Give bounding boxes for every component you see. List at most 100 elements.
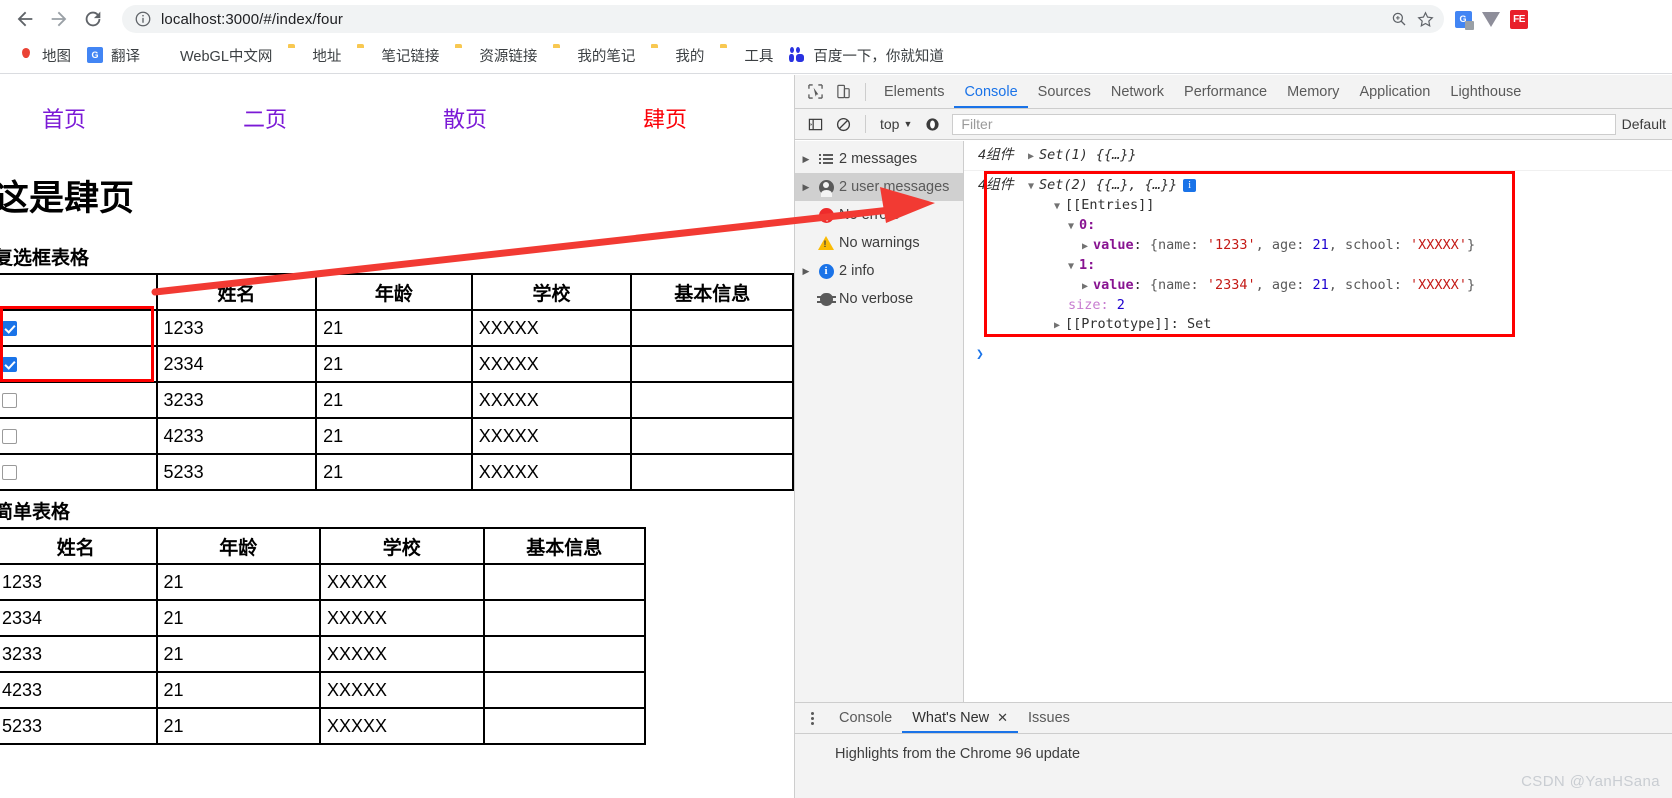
tab-sources[interactable]: Sources bbox=[1028, 75, 1101, 108]
v-extension-icon[interactable] bbox=[1478, 6, 1504, 32]
cell-name: 4233 bbox=[155, 417, 318, 455]
drawer-tab-whats-new[interactable]: What's New ✕ bbox=[902, 703, 1018, 733]
entry-value-row[interactable]: ▶ value: {name: '2334', age: 21, school: … bbox=[978, 276, 1672, 296]
collapse-triangle-icon[interactable]: ▼ bbox=[1028, 177, 1039, 196]
forward-button[interactable] bbox=[42, 2, 76, 36]
row-checkbox-cell[interactable] bbox=[0, 309, 158, 347]
device-toolbar-icon[interactable] bbox=[829, 79, 857, 105]
expand-triangle-icon[interactable]: ▶ bbox=[1082, 237, 1093, 256]
execution-context-selector[interactable]: top ▼ bbox=[874, 113, 918, 135]
bookmark-item[interactable]: 资源链接 bbox=[447, 42, 545, 70]
page-nav-link-2[interactable]: 二页 bbox=[243, 102, 287, 134]
show-console-sidebar-icon[interactable] bbox=[801, 111, 829, 137]
bookmark-item[interactable]: G 翻译 bbox=[79, 42, 148, 70]
page-nav-link-4[interactable]: 肆页 bbox=[643, 102, 687, 134]
drawer-tab-console[interactable]: Console bbox=[829, 703, 902, 733]
expand-triangle-icon[interactable]: ▶ bbox=[1082, 277, 1093, 296]
sidebar-item-label: No errors bbox=[839, 207, 900, 223]
bookmark-item[interactable]: 地址 bbox=[280, 42, 349, 70]
star-icon[interactable] bbox=[1412, 6, 1438, 32]
drawer-tab-issues[interactable]: Issues bbox=[1018, 703, 1080, 733]
page-viewport: 首页 二页 散页 肆页 这是肆页 复选框表格 姓名 年龄 学校 基本信息 123… bbox=[0, 75, 794, 798]
bookmark-item[interactable]: 工具 bbox=[712, 42, 781, 70]
page-nav-link-1[interactable]: 首页 bbox=[42, 102, 86, 134]
row-checkbox[interactable] bbox=[2, 465, 17, 481]
console-message-row[interactable]: 4组件 ▶ Set(1) {{…}} bbox=[964, 141, 1672, 171]
cell-age: 21 bbox=[315, 381, 473, 419]
sidebar-item-messages[interactable]: ▶ 2 messages bbox=[795, 145, 963, 173]
folder-icon bbox=[720, 47, 737, 64]
sidebar-item-user-messages[interactable]: ▶ 2 user messages bbox=[795, 173, 963, 201]
cell-school: XXXXX bbox=[470, 309, 633, 347]
bookmark-item[interactable]: 地图 bbox=[10, 42, 79, 70]
tab-memory[interactable]: Memory bbox=[1277, 75, 1349, 108]
tab-lighthouse[interactable]: Lighthouse bbox=[1440, 75, 1531, 108]
row-checkbox-cell[interactable] bbox=[0, 345, 158, 383]
row-checkbox[interactable] bbox=[2, 429, 17, 445]
address-bar[interactable]: localhost:3000/#/index/four bbox=[122, 5, 1444, 33]
zoom-search-icon[interactable] bbox=[1386, 6, 1412, 32]
more-options-icon[interactable] bbox=[803, 711, 821, 725]
tab-network[interactable]: Network bbox=[1101, 75, 1174, 108]
back-button[interactable] bbox=[8, 2, 42, 36]
row-checkbox-cell[interactable] bbox=[0, 453, 158, 491]
bookmark-item[interactable]: 笔记链接 bbox=[349, 42, 447, 70]
entries-row[interactable]: ▼ [[Entries]] bbox=[978, 196, 1672, 216]
expand-triangle-icon[interactable]: ▶ bbox=[1028, 147, 1039, 166]
cell-school: XXXXX bbox=[470, 345, 633, 383]
tab-elements[interactable]: Elements bbox=[874, 75, 954, 108]
log-levels-selector[interactable]: Default bbox=[1622, 116, 1672, 132]
google-translate-extension-icon[interactable]: G bbox=[1450, 6, 1476, 32]
folder-icon bbox=[357, 47, 374, 64]
devtools-panel: Elements Console Sources Network Perform… bbox=[794, 75, 1672, 798]
entry-index-row[interactable]: ▼ 1: bbox=[978, 256, 1672, 276]
bookmark-item[interactable]: 百度一下，你就知道 bbox=[781, 42, 952, 70]
devtools-tabbar: Elements Console Sources Network Perform… bbox=[795, 75, 1672, 109]
toolbar-divider bbox=[865, 82, 866, 101]
expand-triangle-icon[interactable]: ▶ bbox=[799, 154, 813, 165]
info-circle-icon[interactable] bbox=[134, 10, 152, 28]
sidebar-item-info[interactable]: ▶ i 2 info bbox=[795, 257, 963, 285]
bookmark-item[interactable]: WebGL中文网 bbox=[148, 42, 280, 70]
row-checkbox-cell[interactable] bbox=[0, 381, 158, 419]
fe-extension-icon[interactable]: FE bbox=[1506, 6, 1532, 32]
expand-triangle-icon[interactable]: ▶ bbox=[1054, 316, 1065, 335]
value-suffix: } bbox=[1466, 277, 1476, 293]
clear-console-icon[interactable] bbox=[829, 111, 857, 137]
info-badge-icon[interactable]: i bbox=[1183, 179, 1197, 192]
collapse-triangle-icon[interactable]: ▼ bbox=[1068, 217, 1079, 236]
console-output: 4组件 ▶ Set(1) {{…}} 4组件 ▼ Set(2) {{…}, {…}}… bbox=[964, 141, 1672, 702]
row-checkbox[interactable] bbox=[2, 357, 17, 373]
live-expression-icon[interactable] bbox=[918, 111, 946, 137]
expand-triangle-icon[interactable]: ▶ bbox=[799, 182, 813, 193]
bookmark-label: 工具 bbox=[744, 49, 774, 65]
table-header-row: 姓名 年龄 学校 基本信息 bbox=[0, 273, 794, 311]
simple-table: 姓名 年龄 学校 基本信息 1233 21 XXXXX 2334 21 XXXX… bbox=[0, 527, 647, 745]
expand-triangle-icon[interactable]: ▶ bbox=[799, 266, 813, 277]
page-nav-link-3[interactable]: 散页 bbox=[443, 102, 487, 134]
reload-button[interactable] bbox=[76, 2, 110, 36]
bookmark-item[interactable]: 我的笔记 bbox=[545, 42, 643, 70]
tab-console[interactable]: Console bbox=[954, 75, 1027, 108]
entry-index-row[interactable]: ▼ 0: bbox=[978, 216, 1672, 236]
prototype-row[interactable]: ▶ [[Prototype]]: Set bbox=[978, 315, 1672, 335]
console-prompt[interactable]: ❯ bbox=[964, 341, 1672, 362]
row-checkbox[interactable] bbox=[2, 321, 17, 337]
row-checkbox-cell[interactable] bbox=[0, 417, 158, 455]
sidebar-item-warnings[interactable]: No warnings bbox=[795, 229, 963, 257]
bookmark-item[interactable]: 我的 bbox=[643, 42, 712, 70]
collapse-triangle-icon[interactable]: ▼ bbox=[1068, 257, 1079, 276]
tab-performance[interactable]: Performance bbox=[1174, 75, 1277, 108]
inspect-cursor-icon[interactable] bbox=[801, 79, 829, 105]
collapse-triangle-icon[interactable]: ▼ bbox=[1054, 197, 1065, 216]
sidebar-item-errors[interactable]: No errors bbox=[795, 201, 963, 229]
row-checkbox[interactable] bbox=[2, 393, 17, 409]
cell-age: 21 bbox=[155, 563, 321, 601]
value-key: value bbox=[1093, 277, 1134, 293]
sidebar-item-verbose[interactable]: No verbose bbox=[795, 285, 963, 313]
tab-application[interactable]: Application bbox=[1349, 75, 1440, 108]
console-message-row[interactable]: 4组件 ▼ Set(2) {{…}, {…}} i ▼ [[Entries]] ▼ 0:… bbox=[964, 171, 1672, 341]
console-filter-input[interactable]: Filter bbox=[952, 113, 1616, 135]
close-icon[interactable]: ✕ bbox=[997, 710, 1008, 726]
entry-value-row[interactable]: ▶ value: {name: '1233', age: 21, school: … bbox=[978, 236, 1672, 256]
